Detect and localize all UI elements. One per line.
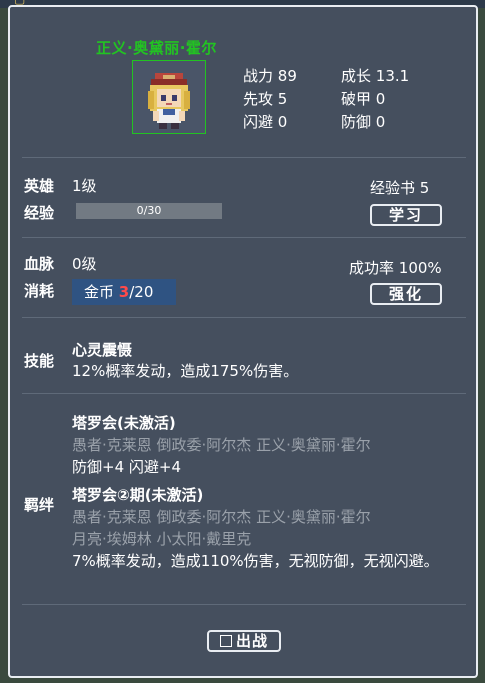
exp-label: 经验 [24, 204, 55, 222]
hero-avatar [132, 60, 206, 134]
stat-armor-break: 破甲 0 [341, 90, 386, 108]
bond-label: 羁绊 [24, 496, 55, 514]
divider [22, 604, 466, 605]
stat-dodge: 闪避 0 [243, 113, 288, 131]
bloodline-level: 0级 [72, 255, 97, 273]
bond-members: 愚者·克莱恩 倒政委·阿尔杰 正义·奥黛丽·霍尔 [72, 508, 371, 526]
divider [22, 237, 466, 238]
hero-stats-grid: 战力 89 成长 13.1 先攻 5 破甲 0 闪避 0 防御 0 [243, 65, 441, 132]
deploy-button[interactable]: 出战 [207, 630, 281, 652]
bloodline-label: 血脉 [24, 255, 55, 273]
bond-effect: 7%概率发动，造成110%伤害，无视防御，无视闪避。 [72, 552, 439, 570]
gold-current: 3 [118, 283, 130, 301]
skill-description: 12%概率发动，造成175%伤害。 [72, 362, 299, 380]
stat-power: 战力 89 [243, 67, 297, 85]
divider [22, 393, 466, 394]
gold-required: /20 [129, 283, 154, 301]
bond-item: 塔罗会(未激活) 愚者·克莱恩 倒政委·阿尔杰 正义·奥黛丽·霍尔 防御+4 闪… [72, 412, 467, 478]
checkbox-icon [219, 635, 232, 647]
deploy-label: 出战 [235, 632, 268, 650]
bond-members: 月亮·埃姆林 小太阳·戴里克 [72, 530, 252, 548]
stat-initiative: 先攻 5 [243, 90, 288, 108]
bond-title: 塔罗会②期(未激活) [72, 486, 204, 504]
learn-button[interactable]: 学习 [370, 204, 442, 226]
bond-members: 愚者·克莱恩 倒政委·阿尔杰 正义·奥黛丽·霍尔 [72, 436, 371, 454]
bond-item: 塔罗会②期(未激活) 愚者·克莱恩 倒政委·阿尔杰 正义·奥黛丽·霍尔 月亮·埃… [72, 484, 467, 572]
hero-name: 正义·奥黛丽·霍尔 [96, 39, 217, 57]
upgrade-button[interactable]: 强化 [370, 283, 442, 305]
hero-portrait-sprite [148, 73, 190, 129]
success-rate: 成功率 100% [349, 259, 442, 277]
exp-book-count: 经验书 5 [370, 179, 430, 197]
exp-progress-bar: 0/30 [76, 203, 222, 219]
gold-cost-badge: 金币 3/20 [72, 279, 176, 305]
skill-name: 心灵震慑 [72, 341, 133, 359]
hero-level-label: 英雄 [24, 177, 55, 195]
divider [22, 157, 466, 158]
hero-detail-panel: 正义·奥黛丽·霍尔 战力 89 成长 13.1 先攻 5 破甲 0 闪避 0 防… [8, 5, 478, 678]
gold-label: 金币 [84, 283, 115, 301]
stat-growth: 成长 13.1 [341, 67, 410, 85]
stat-defense: 防御 0 [341, 113, 386, 131]
divider [22, 317, 466, 318]
bond-effect: 防御+4 闪避+4 [72, 458, 181, 476]
hero-level-value: 1级 [72, 177, 97, 195]
skill-label: 技能 [24, 352, 55, 370]
bond-title: 塔罗会(未激活) [72, 414, 176, 432]
cost-label: 消耗 [24, 282, 55, 300]
